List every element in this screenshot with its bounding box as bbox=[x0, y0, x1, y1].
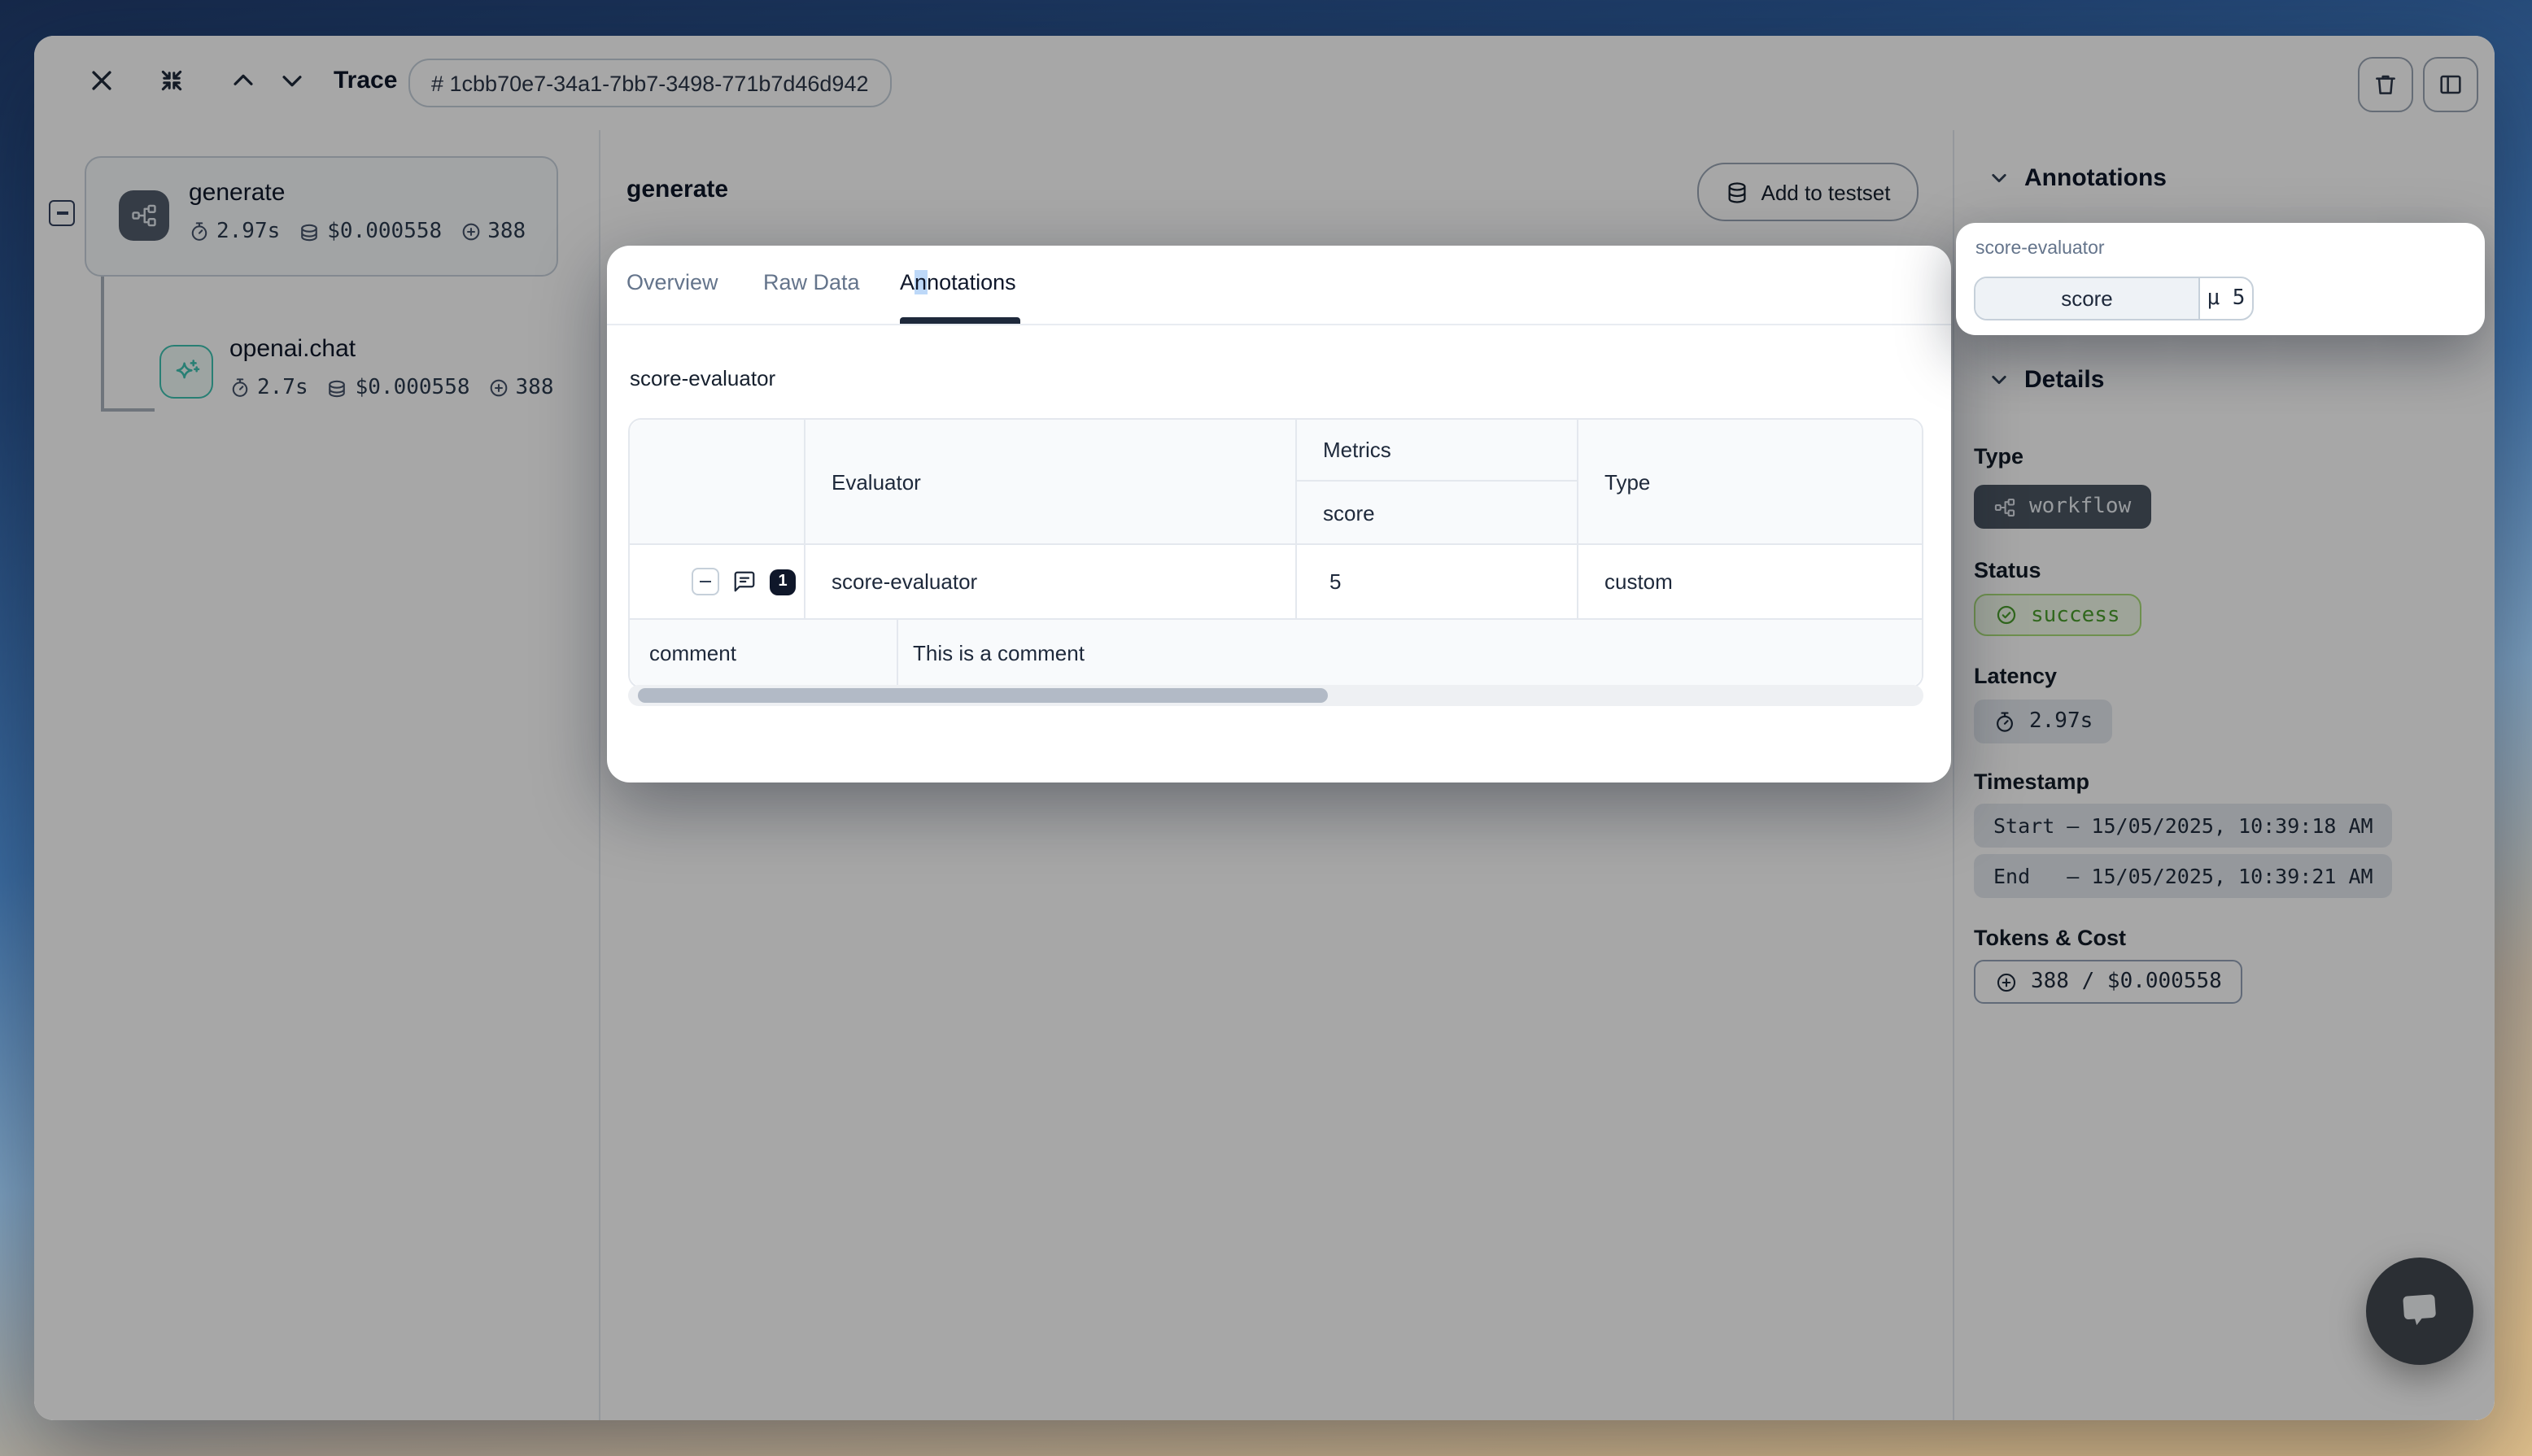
tab-raw-data[interactable]: Raw Data bbox=[763, 270, 860, 294]
window-title: Trace bbox=[334, 67, 397, 94]
stopwatch-icon bbox=[189, 221, 210, 242]
score-control: score μ 5 bbox=[1974, 277, 2254, 320]
tab-bar: Overview Raw Data Annotations bbox=[607, 246, 1951, 325]
tree-node-generate[interactable]: generate 2.97s $0.000558 388 bbox=[85, 156, 558, 277]
timestamp-label: Timestamp bbox=[1974, 769, 2089, 794]
workflow-icon bbox=[1993, 495, 2016, 518]
active-tab-underline bbox=[900, 317, 1020, 324]
score-mean-stat: μ 5 bbox=[2200, 278, 2252, 319]
chevron-down-icon bbox=[1988, 168, 2010, 189]
horizontal-scrollbar[interactable] bbox=[628, 685, 1923, 706]
tokens-cost-badge: 388 / $0.000558 bbox=[1974, 960, 2243, 1004]
evaluator-section-title: score-evaluator bbox=[630, 366, 775, 390]
check-circle-icon bbox=[1995, 604, 2018, 626]
header-cell-score: score bbox=[1297, 482, 1577, 543]
type-label: Type bbox=[1974, 444, 2023, 469]
node-metrics: 2.97s $0.000558 388 bbox=[189, 220, 526, 244]
plus-circle-icon bbox=[460, 221, 481, 242]
tree-node-openai-chat[interactable]: openai.chat bbox=[229, 335, 356, 363]
node-title: generate bbox=[189, 179, 285, 207]
type-badge: workflow bbox=[1974, 485, 2150, 529]
trace-id-badge[interactable]: # 1cbb70e7-34a1-7bb7-3498-771b7d46d942 bbox=[408, 59, 892, 107]
evaluator-table: Evaluator Metrics score Type 1 bbox=[628, 418, 1923, 688]
timestamp-end-badge: End – 15/05/2025, 10:39:21 AM bbox=[1974, 854, 2393, 898]
table-row[interactable]: 1 score-evaluator 5 custom bbox=[630, 545, 1922, 620]
timestamp-start-badge: Start – 15/05/2025, 10:39:18 AM bbox=[1974, 804, 2393, 848]
node-metrics: 2.7s $0.000558 388 bbox=[229, 376, 554, 400]
right-panel-divider bbox=[1953, 130, 1954, 1420]
comment-label: comment bbox=[630, 620, 898, 687]
header-cell-evaluator: Evaluator bbox=[805, 420, 1297, 543]
scrollbar-thumb[interactable] bbox=[638, 688, 1328, 703]
tab-overview[interactable]: Overview bbox=[626, 270, 718, 294]
collapse-row-button[interactable] bbox=[692, 568, 719, 595]
tab-annotations[interactable]: Annotations bbox=[900, 270, 1016, 294]
tree-connector bbox=[101, 408, 155, 411]
trace-window: Trace # 1cbb70e7-34a1-7bb7-3498-771b7d46… bbox=[34, 36, 2495, 1420]
chevron-down-icon bbox=[1988, 369, 2010, 390]
tree-collapse-toggle[interactable] bbox=[49, 200, 75, 226]
score-evaluator-popover: score-evaluator score μ 5 bbox=[1956, 223, 2485, 335]
comment-value: This is a comment bbox=[898, 620, 1922, 687]
annotations-section-header[interactable]: Annotations bbox=[1988, 164, 2167, 192]
chat-bubble-icon bbox=[2395, 1287, 2444, 1336]
database-icon bbox=[1726, 180, 1750, 204]
cell-score: 5 bbox=[1297, 545, 1578, 618]
popover-evaluator-label: score-evaluator bbox=[1975, 239, 2105, 259]
header-cell-empty bbox=[630, 420, 805, 543]
cell-type: custom bbox=[1578, 545, 1922, 618]
trace-id: # 1cbb70e7-34a1-7bb7-3498-771b7d46d942 bbox=[431, 71, 869, 95]
coins-icon bbox=[298, 220, 321, 243]
comment-icon[interactable] bbox=[732, 569, 757, 594]
chat-support-button[interactable] bbox=[2366, 1258, 2473, 1365]
status-badge: success bbox=[1974, 594, 2141, 636]
span-title: generate bbox=[626, 176, 728, 203]
latency-badge: 2.97s bbox=[1974, 700, 2112, 743]
header-cell-type: Type bbox=[1578, 420, 1922, 543]
panel-layout-icon bbox=[2438, 72, 2464, 98]
comment-row: comment This is a comment bbox=[630, 620, 1922, 687]
latency-label: Latency bbox=[1974, 664, 2057, 688]
annotations-card: Overview Raw Data Annotations score-eval… bbox=[607, 246, 1951, 782]
comment-count-badge[interactable]: 1 bbox=[770, 569, 796, 595]
row-controls: 1 bbox=[630, 545, 805, 618]
chevron-down-icon[interactable] bbox=[278, 67, 308, 96]
collapse-icon[interactable] bbox=[158, 67, 187, 96]
tree-connector bbox=[101, 277, 103, 408]
left-panel-divider bbox=[599, 130, 600, 1420]
desktop-wallpaper: Trace # 1cbb70e7-34a1-7bb7-3498-771b7d46… bbox=[0, 0, 2532, 1456]
tokens-cost-label: Tokens & Cost bbox=[1974, 926, 2126, 950]
add-to-testset-label: Add to testset bbox=[1761, 180, 1891, 204]
header-cell-metrics: Metrics score bbox=[1297, 420, 1578, 543]
coins-icon bbox=[326, 377, 349, 399]
details-section-header[interactable]: Details bbox=[1988, 366, 2104, 394]
add-to-testset-button[interactable]: Add to testset bbox=[1697, 163, 1919, 221]
cell-evaluator: score-evaluator bbox=[805, 545, 1297, 618]
chevron-up-icon[interactable] bbox=[229, 67, 259, 96]
trash-icon bbox=[2373, 72, 2399, 98]
sparkles-icon[interactable] bbox=[159, 345, 213, 399]
plus-circle-icon bbox=[488, 377, 509, 399]
delete-trace-button[interactable] bbox=[2358, 57, 2413, 112]
text-selection-highlight: n bbox=[915, 270, 927, 294]
stopwatch-icon bbox=[1993, 710, 2016, 733]
workflow-icon bbox=[119, 190, 169, 241]
plus-circle-icon bbox=[1995, 970, 2018, 993]
score-button[interactable]: score bbox=[1975, 278, 2200, 319]
toggle-panel-button[interactable] bbox=[2423, 57, 2478, 112]
stopwatch-icon bbox=[229, 377, 251, 399]
table-header: Evaluator Metrics score Type bbox=[630, 420, 1922, 545]
status-label: Status bbox=[1974, 558, 2041, 582]
close-icon[interactable] bbox=[88, 67, 117, 96]
